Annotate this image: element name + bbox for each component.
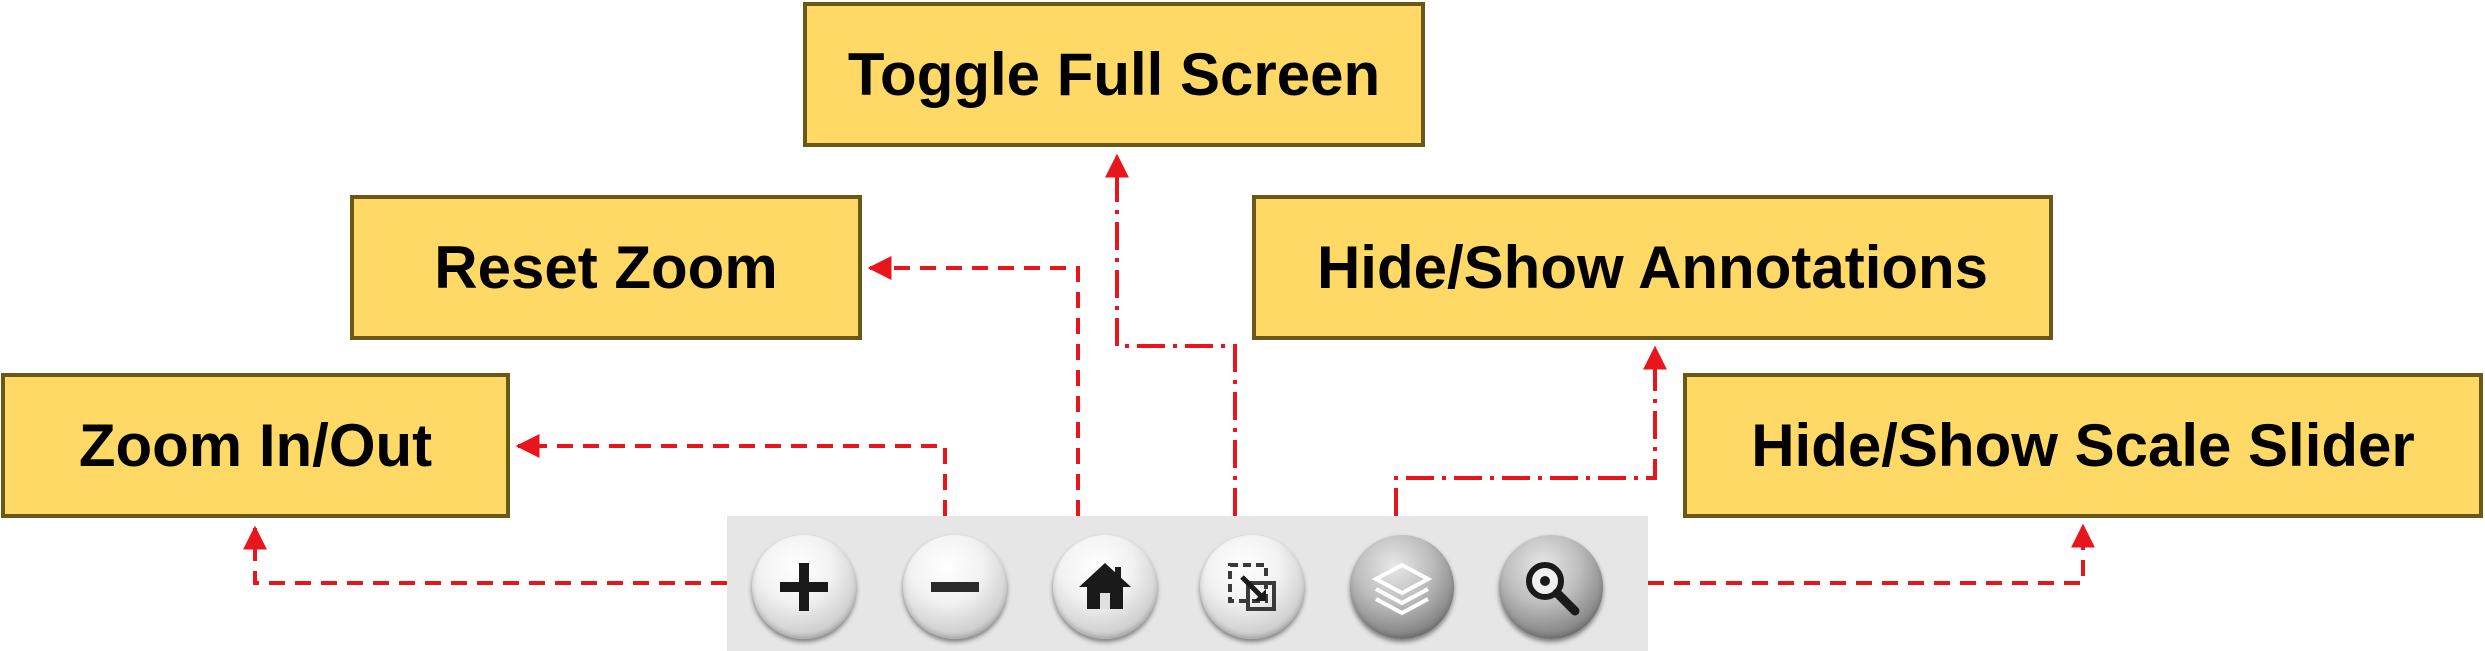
label-hide-show-scale-slider: Hide/Show Scale Slider	[1683, 373, 2483, 518]
minus-icon	[931, 582, 979, 592]
connector-zoom-minus	[515, 434, 947, 516]
plus-icon	[780, 563, 828, 611]
zoom-out-button[interactable]	[903, 535, 1007, 639]
label-zoom-in-out: Zoom In/Out	[1, 373, 510, 518]
label-hide-show-annotations: Hide/Show Annotations	[1252, 195, 2053, 340]
fullscreen-icon	[1228, 563, 1276, 611]
connector-scale	[1648, 523, 2095, 585]
hide-show-annotations-button[interactable]	[1350, 535, 1454, 639]
hide-show-scale-slider-button[interactable]	[1499, 535, 1603, 639]
connector-zoom-toolbar	[243, 525, 727, 585]
home-icon	[1079, 563, 1131, 609]
magnifier-icon	[1526, 562, 1580, 616]
label-reset-zoom: Reset Zoom	[350, 195, 862, 340]
connector-reset	[867, 256, 1080, 516]
connector-annotations	[1394, 345, 1667, 516]
reset-zoom-button[interactable]	[1053, 535, 1157, 639]
label-toggle-full-screen: Toggle Full Screen	[803, 2, 1425, 147]
connector-fullscreen	[1105, 153, 1237, 516]
zoom-in-button[interactable]	[752, 535, 856, 639]
toggle-full-screen-button[interactable]	[1200, 535, 1304, 639]
layers-icon	[1371, 562, 1433, 616]
